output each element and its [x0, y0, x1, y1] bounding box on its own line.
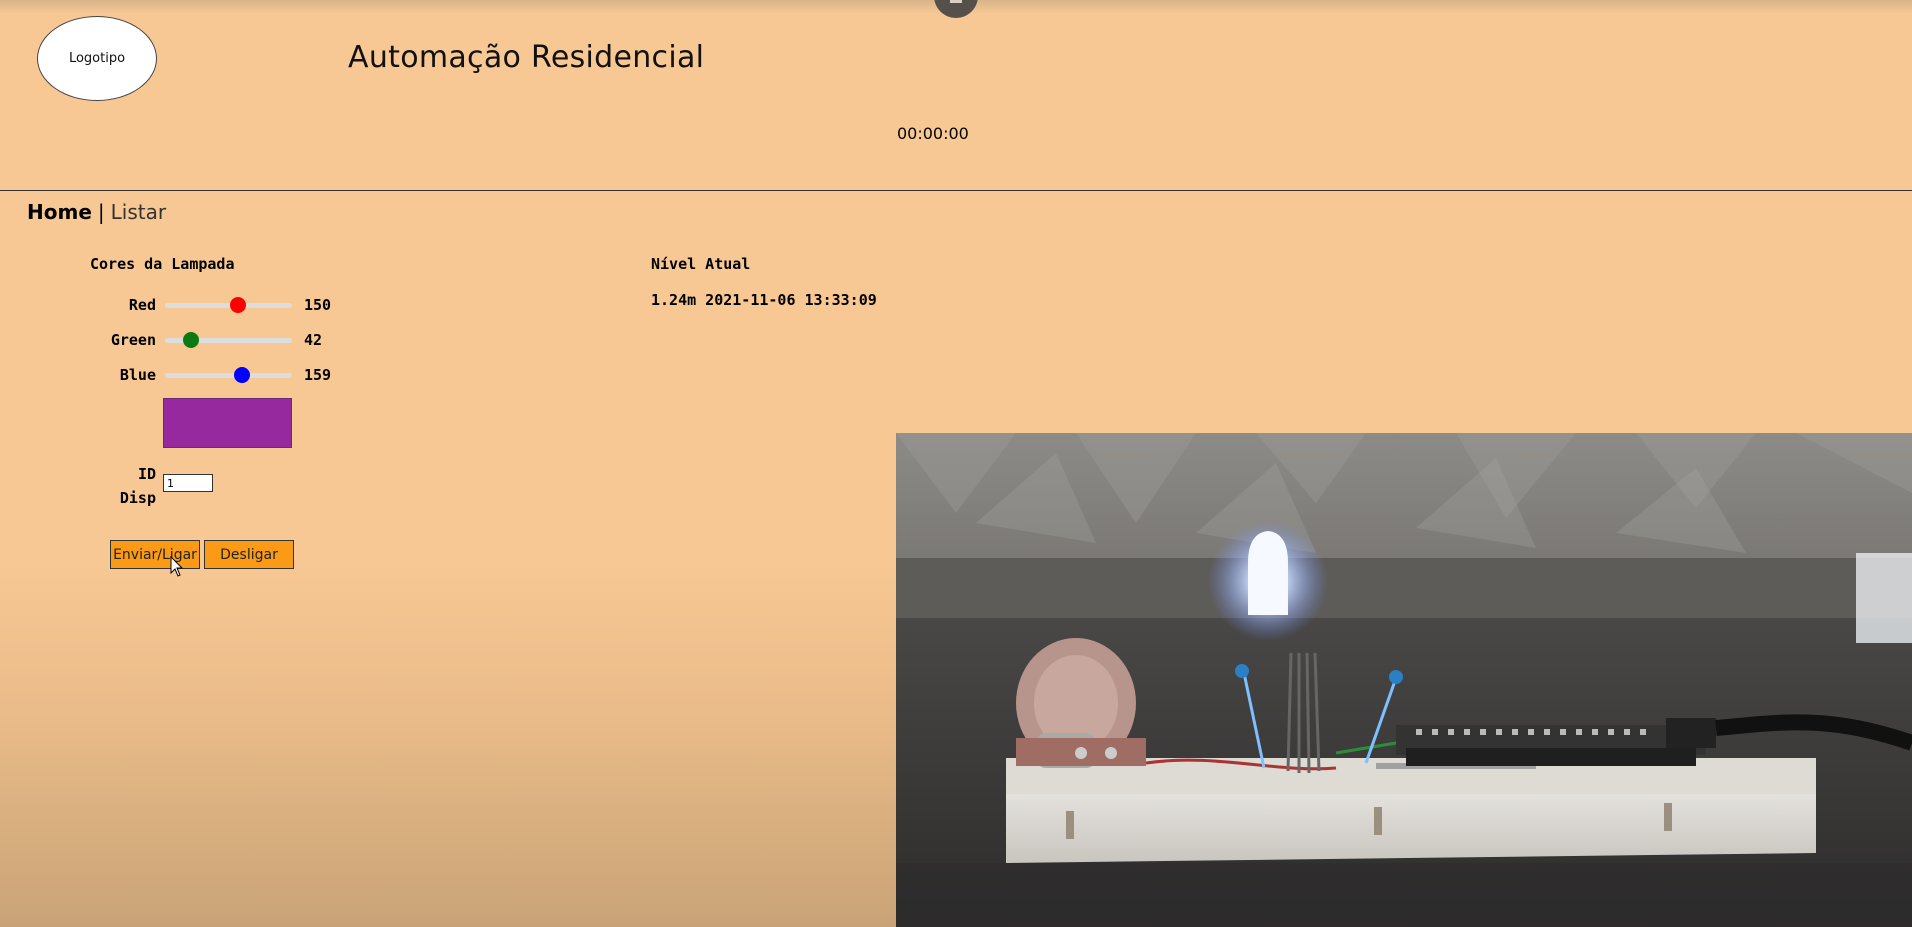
- video-preview[interactable]: [896, 433, 1912, 927]
- logo: Logotipo: [37, 16, 157, 101]
- blue-slider-thumb[interactable]: [234, 367, 251, 383]
- green-slider-thumb[interactable]: [183, 332, 200, 348]
- id-disp-input[interactable]: [163, 474, 213, 492]
- nav-listar-link[interactable]: Listar: [111, 200, 166, 224]
- top-handle[interactable]: [934, 0, 978, 18]
- colors-heading: Cores da Lampada: [90, 255, 235, 273]
- green-value: 42: [304, 331, 323, 349]
- off-button[interactable]: Desligar: [204, 540, 294, 569]
- handle-icon: [950, 0, 962, 3]
- green-slider[interactable]: [165, 332, 292, 348]
- level-value: 1.24m 2021-11-06 13:33:09: [651, 291, 877, 309]
- nav-bar: Home | Listar: [27, 200, 166, 224]
- page-title: Automação Residencial: [348, 40, 705, 75]
- green-label: Green: [110, 331, 156, 349]
- mouse-cursor-icon: [170, 556, 184, 577]
- id-disp-label: ID Disp: [108, 462, 156, 510]
- send-on-button[interactable]: Enviar/Ligar: [110, 540, 200, 569]
- id-label-line1: ID: [137, 465, 156, 483]
- blue-label: Blue: [119, 366, 156, 384]
- blue-value: 159: [304, 366, 332, 384]
- blue-slider[interactable]: [165, 367, 292, 383]
- nav-home-link[interactable]: Home: [27, 200, 92, 224]
- id-label-line2: Disp: [119, 489, 156, 507]
- red-slider[interactable]: [165, 297, 292, 313]
- level-heading: Nível Atual: [651, 255, 751, 273]
- red-value: 150: [304, 296, 332, 314]
- clock: 00:00:00: [897, 124, 969, 143]
- color-preview-swatch: [163, 398, 292, 448]
- red-label: Red: [128, 296, 156, 314]
- red-slider-thumb[interactable]: [230, 297, 247, 313]
- header-divider: [0, 190, 1912, 191]
- nav-separator: |: [97, 200, 105, 224]
